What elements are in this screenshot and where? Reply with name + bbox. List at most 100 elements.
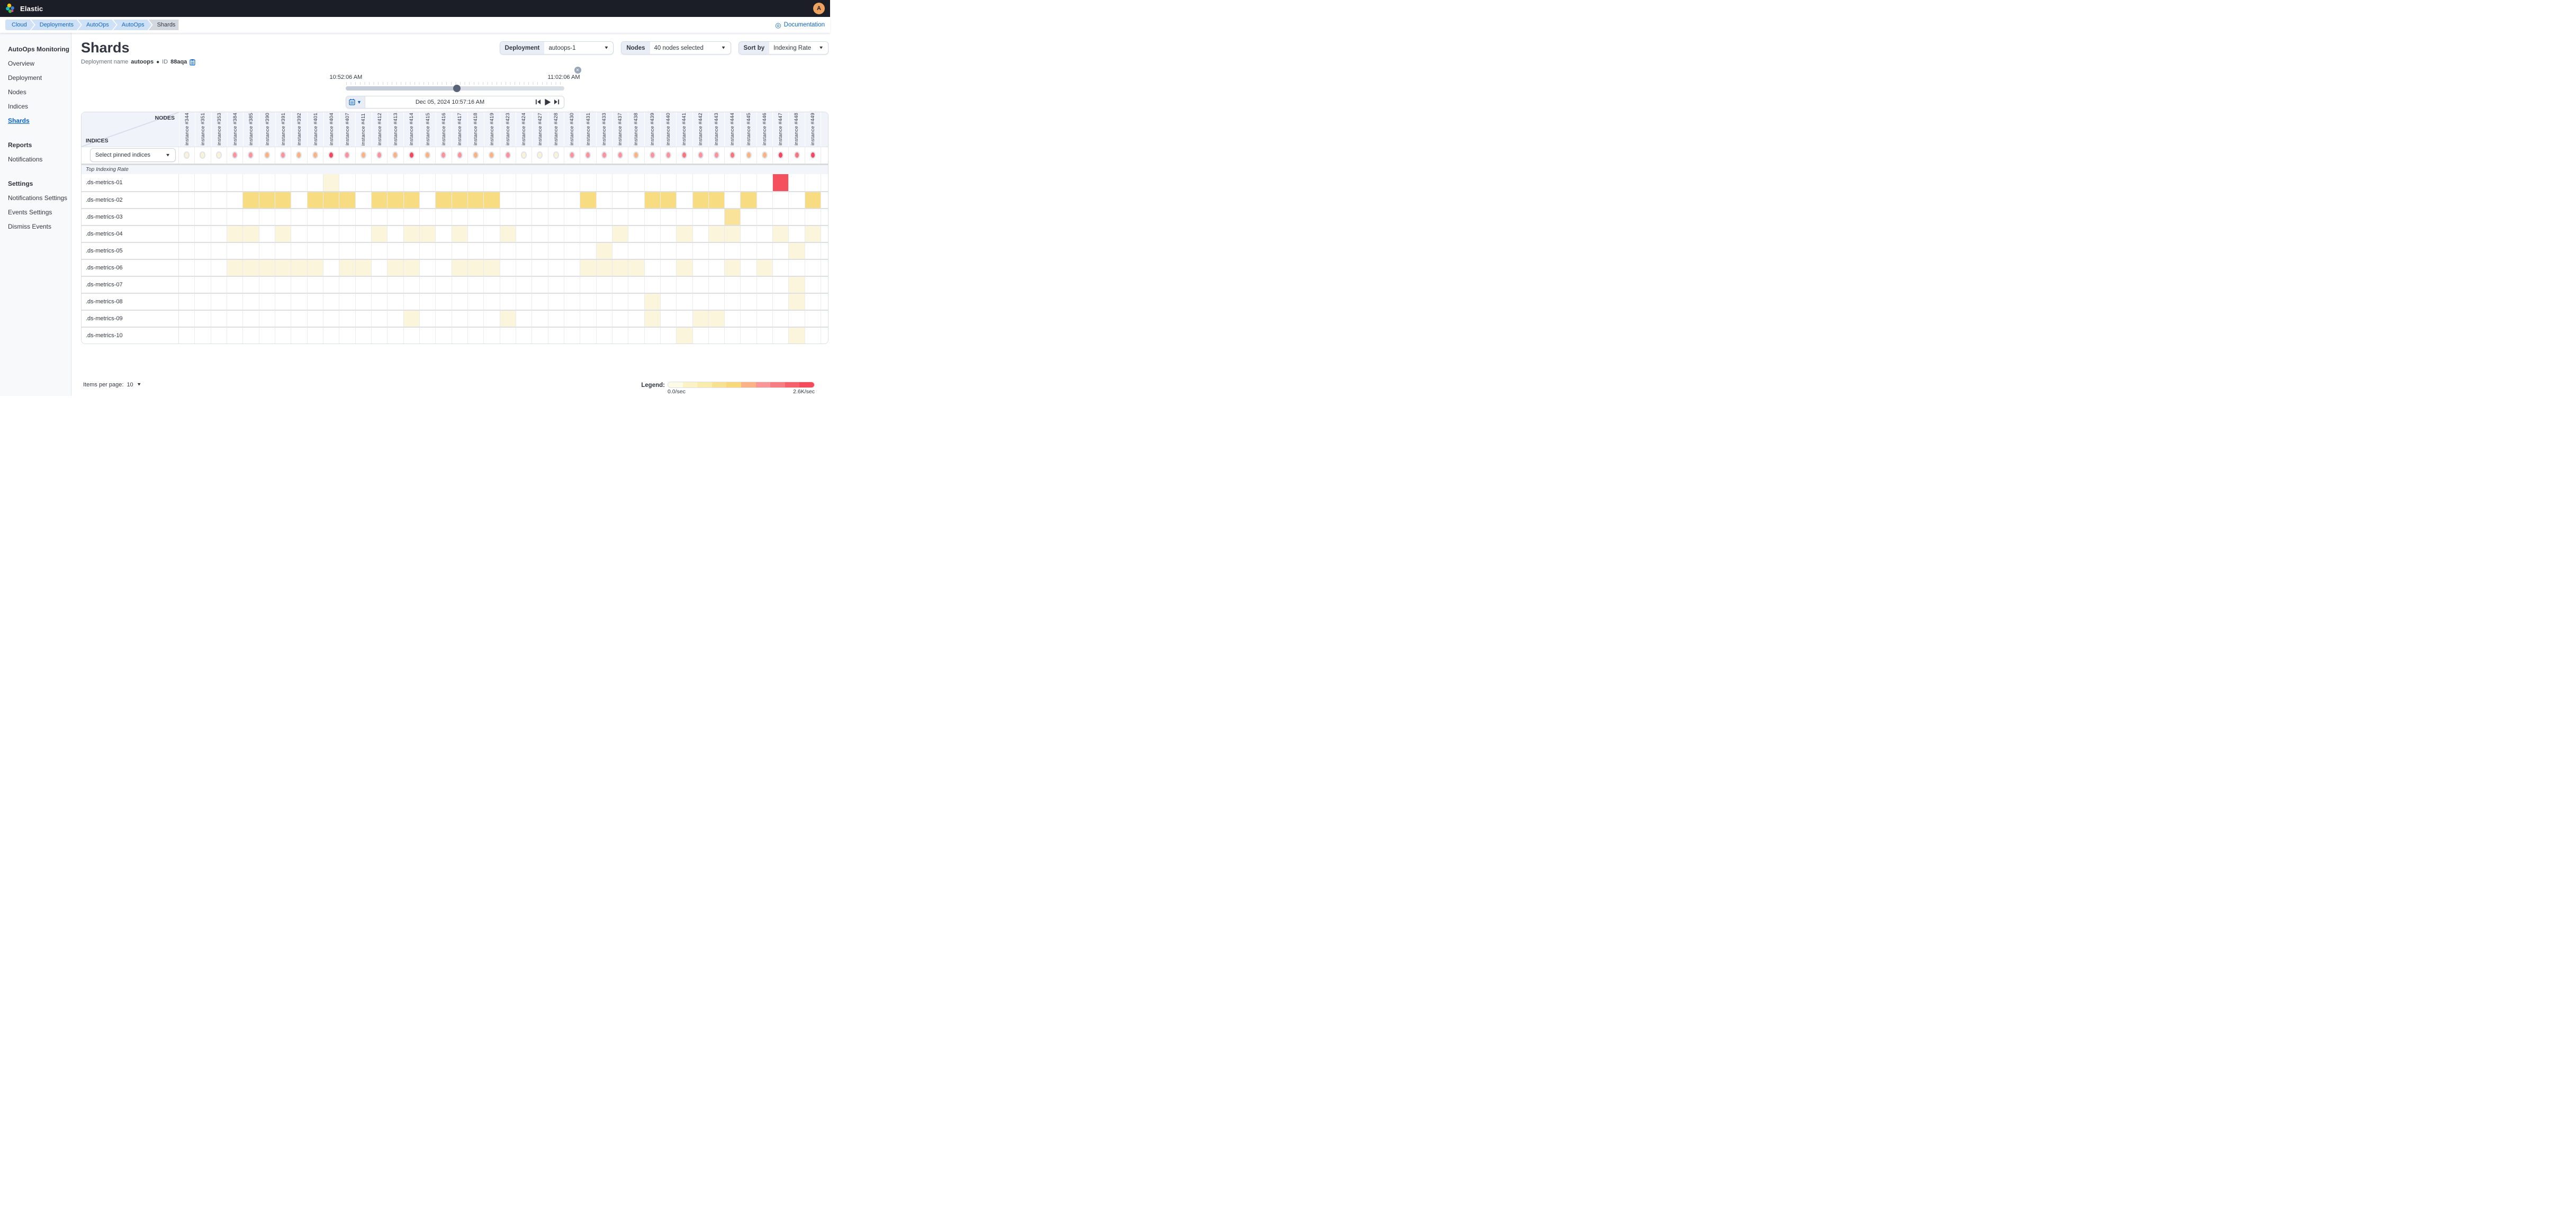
heatmap-cell[interactable] xyxy=(725,192,741,208)
heatmap-cell[interactable] xyxy=(195,226,211,242)
heatmap-cell[interactable] xyxy=(323,277,339,293)
heatmap-cell[interactable] xyxy=(661,192,677,208)
heatmap-cell[interactable] xyxy=(532,192,548,208)
heatmap-cell[interactable] xyxy=(548,294,564,310)
heatmap-cell[interactable] xyxy=(613,311,628,327)
heatmap-cell[interactable] xyxy=(500,192,516,208)
heatmap-cell[interactable] xyxy=(420,243,436,259)
heatmap-cell[interactable] xyxy=(436,174,452,191)
heatmap-cell[interactable] xyxy=(709,226,725,242)
heatmap-cell[interactable] xyxy=(757,209,773,225)
heatmap-cell[interactable] xyxy=(468,260,484,276)
heatmap-cell[interactable] xyxy=(372,311,388,327)
heatmap-cell[interactable] xyxy=(580,260,596,276)
heatmap-cell[interactable] xyxy=(291,294,307,310)
heatmap-cell[interactable] xyxy=(404,260,420,276)
heatmap-cell[interactable] xyxy=(195,294,211,310)
heatmap-cell[interactable] xyxy=(580,174,596,191)
heatmap-cell[interactable] xyxy=(709,311,725,327)
heatmap-cell[interactable] xyxy=(275,294,291,310)
heatmap-cell[interactable] xyxy=(195,260,211,276)
deployment-select[interactable]: autoops-1 ▼ xyxy=(544,42,613,54)
heatmap-cell[interactable] xyxy=(179,174,195,191)
heatmap-cell[interactable] xyxy=(259,328,275,344)
heatmap-cell[interactable] xyxy=(789,260,805,276)
heatmap-cell[interactable] xyxy=(195,277,211,293)
heatmap-cell[interactable] xyxy=(259,192,275,208)
heatmap-cell[interactable] xyxy=(580,311,596,327)
heatmap-cell[interactable] xyxy=(404,277,420,293)
heatmap-cell[interactable] xyxy=(468,328,484,344)
heatmap-cell[interactable] xyxy=(275,260,291,276)
heatmap-cell[interactable] xyxy=(275,311,291,327)
heatmap-cell[interactable] xyxy=(179,209,195,225)
time-slider[interactable] xyxy=(346,85,564,92)
breadcrumb-cloud[interactable]: Cloud xyxy=(5,20,34,30)
heatmap-cell[interactable] xyxy=(661,294,677,310)
heatmap-cell[interactable] xyxy=(789,209,805,225)
heatmap-cell[interactable] xyxy=(645,192,661,208)
heatmap-cell[interactable] xyxy=(757,192,773,208)
heatmap-cell[interactable] xyxy=(420,260,436,276)
heatmap-cell[interactable] xyxy=(227,311,243,327)
heatmap-cell[interactable] xyxy=(323,174,339,191)
heatmap-cell[interactable] xyxy=(597,328,613,344)
heatmap-cell[interactable] xyxy=(725,277,741,293)
heatmap-cell[interactable] xyxy=(195,209,211,225)
heatmap-cell[interactable] xyxy=(179,311,195,327)
heatmap-cell[interactable] xyxy=(500,328,516,344)
heatmap-cell[interactable] xyxy=(597,311,613,327)
heatmap-cell[interactable] xyxy=(613,174,628,191)
avatar[interactable]: A xyxy=(813,3,825,14)
heatmap-cell[interactable] xyxy=(388,243,403,259)
heatmap-cell[interactable] xyxy=(275,277,291,293)
heatmap-cell[interactable] xyxy=(500,174,516,191)
heatmap-cell[interactable] xyxy=(693,243,709,259)
heatmap-cell[interactable] xyxy=(613,192,628,208)
heatmap-cell[interactable] xyxy=(291,174,307,191)
heatmap-cell[interactable] xyxy=(564,243,580,259)
heatmap-cell[interactable] xyxy=(645,294,661,310)
heatmap-cell[interactable] xyxy=(789,192,805,208)
heatmap-cell[interactable] xyxy=(516,243,532,259)
heatmap-cell[interactable] xyxy=(468,174,484,191)
heatmap-cell[interactable] xyxy=(773,174,789,191)
heatmap-cell[interactable] xyxy=(516,192,532,208)
heatmap-cell[interactable] xyxy=(548,328,564,344)
heatmap-cell[interactable] xyxy=(564,260,580,276)
heatmap-cell[interactable] xyxy=(243,277,259,293)
heatmap-cell[interactable] xyxy=(420,277,436,293)
heatmap-cell[interactable] xyxy=(548,311,564,327)
heatmap-cell[interactable] xyxy=(500,226,516,242)
heatmap-cell[interactable] xyxy=(339,226,355,242)
heatmap-cell[interactable] xyxy=(484,311,500,327)
heatmap-cell[interactable] xyxy=(291,226,307,242)
heatmap-cell[interactable] xyxy=(372,226,388,242)
heatmap-cell[interactable] xyxy=(436,277,452,293)
heatmap-cell[interactable] xyxy=(645,328,661,344)
heatmap-cell[interactable] xyxy=(484,209,500,225)
heatmap-cell[interactable] xyxy=(243,294,259,310)
heatmap-cell[interactable] xyxy=(372,260,388,276)
heatmap-cell[interactable] xyxy=(532,294,548,310)
heatmap-cell[interactable] xyxy=(773,209,789,225)
heatmap-cell[interactable] xyxy=(291,277,307,293)
heatmap-cell[interactable] xyxy=(339,209,355,225)
heatmap-cell[interactable] xyxy=(628,243,644,259)
heatmap-cell[interactable] xyxy=(789,277,805,293)
heatmap-cell[interactable] xyxy=(709,277,725,293)
heatmap-cell[interactable] xyxy=(516,174,532,191)
heatmap-cell[interactable] xyxy=(645,209,661,225)
heatmap-cell[interactable] xyxy=(243,311,259,327)
heatmap-cell[interactable] xyxy=(661,174,677,191)
heatmap-cell[interactable] xyxy=(388,260,403,276)
heatmap-cell[interactable] xyxy=(757,226,773,242)
heatmap-cell[interactable] xyxy=(484,174,500,191)
heatmap-cell[interactable] xyxy=(259,226,275,242)
heatmap-cell[interactable] xyxy=(725,174,741,191)
heatmap-cell[interactable] xyxy=(243,174,259,191)
heatmap-cell[interactable] xyxy=(227,294,243,310)
heatmap-cell[interactable] xyxy=(484,192,500,208)
heatmap-cell[interactable] xyxy=(677,192,692,208)
heatmap-cell[interactable] xyxy=(372,294,388,310)
